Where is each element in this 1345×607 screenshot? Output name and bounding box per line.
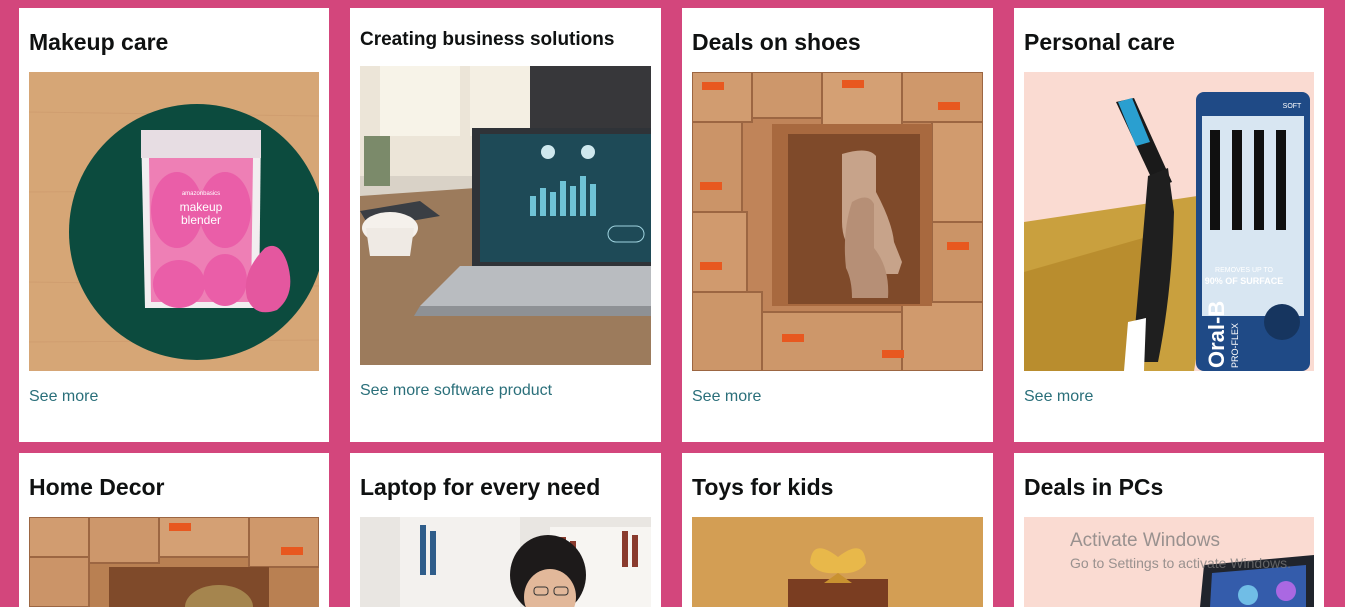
card-deals-in-pcs: Deals in PCs: [1014, 453, 1324, 607]
home-decor-image[interactable]: [29, 517, 319, 607]
card-title: Makeup care: [29, 29, 169, 55]
card-title: Creating business solutions: [360, 29, 615, 50]
card-makeup-care: Makeup care amazonbasics makeup blender …: [19, 8, 329, 442]
card-title: Deals in PCs: [1024, 474, 1164, 500]
card-home-decor: Home Decor: [19, 453, 329, 607]
see-more-software-link[interactable]: See more software product: [360, 382, 552, 400]
gaming-pc-image[interactable]: [1024, 517, 1314, 607]
laptop-dashboard-image[interactable]: [360, 66, 651, 365]
svg-text:PRO-FLEX: PRO-FLEX: [1230, 323, 1240, 368]
svg-text:makeup: makeup: [180, 200, 223, 214]
laptop-image[interactable]: [360, 517, 651, 607]
card-title: Deals on shoes: [692, 29, 861, 55]
card-personal-care: Personal care SOFT REMOVES UP TO 90% OF …: [1014, 8, 1324, 442]
card-toys-for-kids: Toys for kids: [682, 453, 993, 607]
card-laptop-every-need: Laptop for every need: [350, 453, 661, 607]
see-more-link[interactable]: See more: [29, 388, 98, 406]
card-deals-on-shoes: Deals on shoes See more: [682, 8, 993, 442]
see-more-link[interactable]: See more: [692, 388, 761, 406]
card-title: Toys for kids: [692, 474, 834, 500]
svg-text:blender: blender: [181, 213, 221, 227]
gift-box-image[interactable]: [692, 517, 983, 607]
toothbrush-image[interactable]: SOFT REMOVES UP TO 90% OF SURFACE Oral-B…: [1024, 72, 1314, 371]
see-more-link[interactable]: See more: [1024, 388, 1093, 406]
makeup-blender-image[interactable]: amazonbasics makeup blender: [29, 72, 319, 371]
svg-text:90% OF SURFACE: 90% OF SURFACE: [1205, 276, 1284, 286]
card-business-solutions: Creating business solutions See more sof…: [350, 8, 661, 442]
card-title: Laptop for every need: [360, 474, 601, 500]
card-title: Personal care: [1024, 29, 1175, 55]
svg-text:SOFT: SOFT: [1283, 103, 1302, 110]
svg-text:amazonbasics: amazonbasics: [182, 191, 220, 197]
boots-image[interactable]: [692, 72, 983, 371]
card-title: Home Decor: [29, 474, 165, 500]
svg-text:Oral-B: Oral-B: [1204, 301, 1229, 368]
svg-text:REMOVES UP TO: REMOVES UP TO: [1215, 267, 1274, 274]
